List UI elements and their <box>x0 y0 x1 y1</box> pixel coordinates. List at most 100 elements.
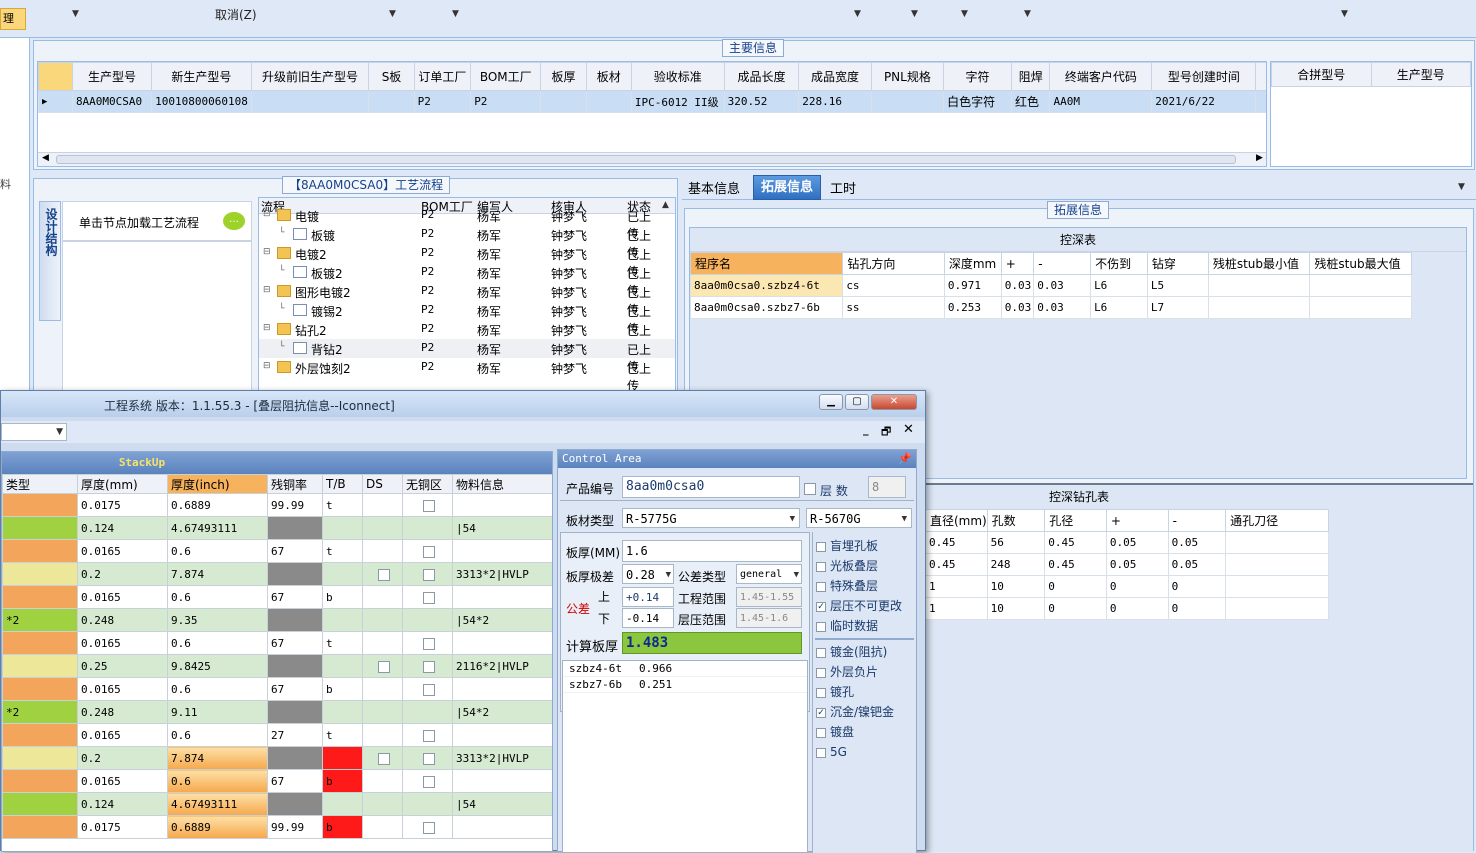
thickness-mm[interactable]: 0.0165 <box>77 723 168 747</box>
table-cell[interactable] <box>368 90 415 113</box>
table-row[interactable]: 8aa0m0csa0.szbz4-6t cs 0.971 0.03 0.03 L6 L5 <box>689 274 1412 297</box>
thickness-mm[interactable]: 0.0165 <box>77 769 168 793</box>
copper-rate[interactable]: 67 <box>267 769 323 793</box>
table-cell[interactable]: P2 <box>413 90 472 113</box>
no-copper-checkbox[interactable] <box>423 637 435 650</box>
copper-rate[interactable]: 99.99 <box>267 815 323 839</box>
table-cell[interactable]: 0.03 <box>1033 296 1092 319</box>
column-header[interactable]: 无铜区 <box>402 474 453 494</box>
column-header[interactable]: 厚度(inch) <box>167 474 268 494</box>
stackup-row[interactable]: 0.124 4.67493111 |54 <box>2 792 552 816</box>
collapse-icon[interactable]: ⊟ <box>263 247 271 257</box>
scroll-left-icon[interactable]: ◀ <box>42 153 49 163</box>
material-info[interactable] <box>452 585 552 609</box>
thickness-mm[interactable]: 0.0165 <box>77 539 168 563</box>
column-header[interactable]: 孔径 <box>1044 509 1107 532</box>
option-checkbox[interactable] <box>816 541 826 552</box>
tree-row[interactable]: ⊟ 电镀 P2 杨军 钟梦飞 已上传 <box>259 206 675 241</box>
table-cell[interactable]: 0.03 <box>1000 296 1035 319</box>
option-checkbox-row[interactable]: 特殊叠层 <box>813 576 916 596</box>
thickness-mm[interactable]: 0.0165 <box>77 631 168 655</box>
ds-cell[interactable] <box>362 792 403 816</box>
material-info[interactable] <box>452 539 552 563</box>
thickness-mm[interactable]: 0.124 <box>77 516 168 540</box>
column-header[interactable]: 订单工厂 <box>413 62 472 91</box>
no-copper-checkbox[interactable] <box>423 591 435 604</box>
stackup-row[interactable]: 0.0165 0.6 67 t <box>2 539 552 563</box>
table-cell[interactable]: 0.45 <box>1044 553 1107 576</box>
thickness-inch[interactable]: 0.6 <box>167 631 268 655</box>
tree-row[interactable]: └ 背钻2 P2 杨军 钟梦飞 已上传 <box>259 339 675 374</box>
thickness-inch[interactable]: 9.11 <box>167 700 268 724</box>
table-cell[interactable]: 0.03 <box>1033 274 1092 297</box>
ds-cell[interactable] <box>362 723 403 747</box>
table-cell[interactable] <box>1225 597 1329 620</box>
dropdown-arrow[interactable]: ▼ <box>911 9 918 19</box>
stackup-row[interactable]: 0.0175 0.6889 99.99 b <box>2 815 552 839</box>
tree-row[interactable]: ⊟ 外层蚀刻2 P2 杨军 钟梦飞 已上传 <box>259 358 675 393</box>
tree-row[interactable]: └ 板镀2 P2 杨军 钟梦飞 已上传 <box>259 263 675 298</box>
material-info[interactable] <box>452 493 552 517</box>
stackup-row[interactable]: 0.0175 0.6889 99.99 t <box>2 493 552 517</box>
table-cell[interactable] <box>1207 296 1311 319</box>
thickness-mm[interactable]: 0.2 <box>77 562 168 586</box>
tolerance-up-input[interactable]: +0.14 <box>622 587 674 607</box>
column-header[interactable]: 生产型号 <box>71 62 153 91</box>
column-header[interactable]: PNL规格 <box>870 62 945 91</box>
table-cell[interactable]: 0 <box>1105 575 1169 598</box>
ds-cell[interactable] <box>362 677 403 701</box>
column-header[interactable]: 残桩stub最大值 <box>1309 252 1412 275</box>
top-bottom[interactable]: t <box>322 493 363 517</box>
thickness-mm[interactable]: 0.248 <box>77 700 168 724</box>
table-cell[interactable]: 1 <box>925 575 988 598</box>
close-button[interactable]: ✕ <box>871 394 917 410</box>
tab-work-hours[interactable]: 工时 <box>830 178 856 197</box>
dropdown-arrow[interactable]: ▼ <box>1341 9 1348 19</box>
copper-rate[interactable] <box>267 654 323 678</box>
option-checkbox[interactable] <box>816 667 826 678</box>
top-bottom[interactable] <box>322 700 363 724</box>
no-copper-checkbox[interactable] <box>423 499 435 512</box>
tab-menu-arrow[interactable]: ▼ <box>1458 182 1465 192</box>
table-cell[interactable] <box>1309 274 1412 297</box>
ds-cell[interactable] <box>362 562 403 586</box>
column-header[interactable]: S板 <box>368 62 415 91</box>
dropdown-arrow[interactable]: ▼ <box>1024 9 1031 19</box>
thickness-inch[interactable]: 4.67493111 <box>167 516 268 540</box>
option-checkbox-row[interactable]: 临时数据 <box>813 616 916 636</box>
thickness-mm[interactable]: 0.0175 <box>77 493 168 517</box>
option-checkbox-row[interactable]: 外层负片 <box>813 662 916 682</box>
column-header[interactable]: + <box>1105 509 1169 532</box>
column-header[interactable]: 物料信息 <box>452 474 552 494</box>
table-cell[interactable]: IPC-6012 II级 <box>630 90 725 113</box>
column-header[interactable]: 型号创建时间 <box>1151 62 1257 91</box>
chevron-down-icon[interactable]: ▼ <box>794 565 799 585</box>
side-tab-design[interactable]: 设计结构 <box>39 201 61 321</box>
option-checkbox[interactable]: ✓ <box>816 707 826 718</box>
ds-checkbox[interactable] <box>378 568 390 581</box>
ds-cell[interactable] <box>362 585 403 609</box>
no-copper-checkbox[interactable] <box>423 545 435 558</box>
column-header[interactable]: 字符 <box>943 62 1012 91</box>
top-bottom[interactable]: t <box>322 539 363 563</box>
stackup-row[interactable]: 0.0165 0.6 67 b <box>2 585 552 609</box>
ds-checkbox[interactable] <box>378 660 390 673</box>
stackup-row[interactable]: 0.0165 0.6 27 t <box>2 723 552 747</box>
chevron-down-icon[interactable]: ▼ <box>666 565 671 585</box>
material-info[interactable]: 3313*2|HVLP <box>452 562 552 586</box>
top-bottom[interactable]: t <box>322 723 363 747</box>
no-copper-cell[interactable] <box>402 539 453 563</box>
option-checkbox-row[interactable]: 光板叠层 <box>813 556 916 576</box>
thickness-inch[interactable]: 4.67493111 <box>167 792 268 816</box>
table-cell[interactable] <box>1225 553 1329 576</box>
horizontal-scrollbar[interactable]: ◀ ▶ <box>38 152 1266 166</box>
table-cell[interactable] <box>1309 296 1412 319</box>
material-select-1[interactable]: R-5775G ▼ <box>622 508 800 528</box>
table-row[interactable]: 8aa0m0csa0.szbz7-6b ss 0.253 0.03 0.03 L6 L7 <box>689 296 1412 319</box>
column-header[interactable]: + <box>1000 252 1035 275</box>
table-row[interactable]: 0.45 56 0.45 0.05 0.05 <box>925 531 1329 554</box>
no-copper-cell[interactable] <box>402 815 453 839</box>
material-info[interactable] <box>452 677 552 701</box>
stackup-row[interactable]: 0.0165 0.6 67 b <box>2 677 552 701</box>
option-checkbox-row[interactable]: ✓ 层压不可更改 <box>813 596 916 616</box>
